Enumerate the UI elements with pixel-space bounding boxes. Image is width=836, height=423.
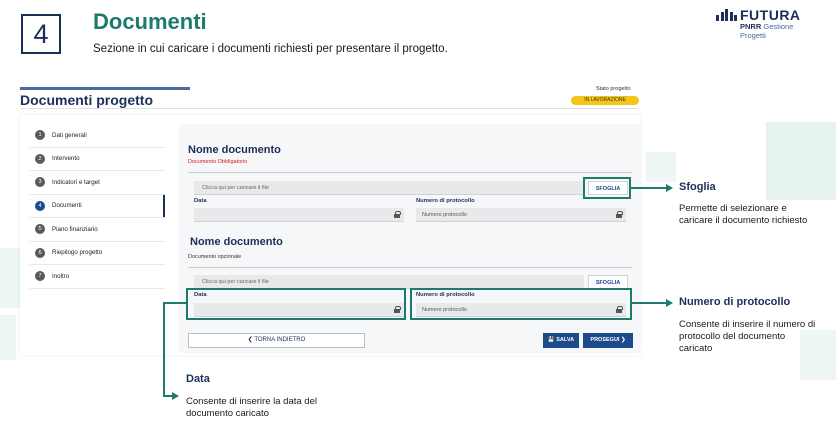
sidebar-item-label: Intervento xyxy=(52,155,80,163)
connector-data-vertical xyxy=(163,302,165,397)
step-number-badge: 4 xyxy=(21,14,61,54)
sidebar-item-riepilogo[interactable]: 6 Riepilogo progetto xyxy=(30,242,165,265)
connector-protocollo xyxy=(632,302,668,304)
sidebar-item-label: Inoltro xyxy=(52,272,70,280)
sidebar-item-documenti[interactable]: 4 Documenti xyxy=(30,194,165,218)
sidebar-item-piano-finanziario[interactable]: 5 Piano finanziario xyxy=(30,218,165,242)
connector-data xyxy=(163,302,186,304)
arrow-icon xyxy=(666,299,673,307)
lock-icon xyxy=(616,211,623,218)
status-badge: IN LAVORAZIONE xyxy=(571,96,639,105)
sidebar-item-intervento[interactable]: 2 Intervento xyxy=(30,148,165,171)
sidebar-item-label: Dati generali xyxy=(52,131,87,139)
sidebar-item-label: Piano finanziario xyxy=(52,225,98,233)
section-title: Documenti progetto xyxy=(20,92,153,108)
step-number: 5 xyxy=(35,224,45,235)
next-button[interactable]: PROSEGUI ❯ xyxy=(583,333,633,348)
divider xyxy=(188,267,632,268)
futura-logo: FUTURA PNRR Gestione Progetti xyxy=(716,7,821,40)
step-number: 7 xyxy=(35,271,45,282)
sidebar-item-indicatori[interactable]: 3 Indicatori e target xyxy=(30,171,165,195)
annotation-data-text: Consente di inserire la data del documen… xyxy=(186,396,317,419)
lock-icon xyxy=(394,211,401,218)
step-number: 2 xyxy=(35,153,45,164)
sidebar-item-dati-generali[interactable]: 1 Dati generali xyxy=(30,124,165,148)
sidebar-item-inoltro[interactable]: 7 Inoltro xyxy=(30,265,165,289)
decorative-square xyxy=(0,248,20,308)
annotation-protocollo-title: Numero di protocollo xyxy=(679,296,791,308)
connector-sfoglia xyxy=(631,187,668,189)
save-button[interactable]: 💾 SALVA xyxy=(543,333,579,348)
logo-word: FUTURA xyxy=(740,7,801,23)
page-title: Documenti xyxy=(93,9,207,34)
step-number: 3 xyxy=(35,177,45,188)
doc1-date-label: Data xyxy=(194,198,207,204)
sidebar-nav: 1 Dati generali 2 Intervento 3 Indicatori e… xyxy=(30,124,165,289)
doc1-protocol-field[interactable]: Numero protocollo xyxy=(416,208,626,222)
doc2-upload-field[interactable]: Clicca qui per caricare il file xyxy=(194,275,584,289)
doc1-title: Nome documento xyxy=(188,144,281,156)
doc2-browse-button[interactable]: SFOGLIA xyxy=(588,275,628,289)
doc2-title: Nome documento xyxy=(190,236,283,248)
annotation-data-title: Data xyxy=(186,373,210,385)
logo-bars-icon xyxy=(716,9,737,21)
page-subtitle: Sezione in cui caricare i documenti rich… xyxy=(93,43,448,55)
doc2-requirement: Documento opzionale xyxy=(188,254,242,260)
arrow-icon xyxy=(172,392,179,400)
arrow-icon xyxy=(666,184,673,192)
logo-sub-brand: PNRR xyxy=(740,22,762,31)
step-number: 4 xyxy=(35,200,45,211)
back-button[interactable]: ❮ TORNA INDIETRO xyxy=(188,333,365,348)
protocol-placeholder: Numero protocollo xyxy=(422,212,467,218)
decorative-square xyxy=(646,152,676,182)
section-divider xyxy=(20,108,638,109)
annotation-sfoglia-text: Permette di selezionare e caricare il do… xyxy=(679,203,808,226)
highlight-protocollo xyxy=(410,288,632,320)
highlight-sfoglia xyxy=(583,177,631,199)
sidebar-item-label: Documenti xyxy=(52,202,82,210)
doc1-date-field[interactable] xyxy=(194,208,404,222)
sidebar-item-label: Indicatori e target xyxy=(52,178,100,186)
step-number: 1 xyxy=(35,130,45,141)
doc1-requirement: Documento Obbligatorio xyxy=(188,159,248,165)
sidebar-item-label: Riepilogo progetto xyxy=(52,249,103,257)
section-accent-bar xyxy=(20,87,190,90)
doc1-protocol-label: Numero di protocollo xyxy=(416,198,475,204)
annotation-protocollo-text: Consente di inserire il numero di protoc… xyxy=(679,319,816,354)
decorative-square xyxy=(0,315,16,360)
doc1-upload-field[interactable]: Clicca qui per caricare il file xyxy=(194,181,584,195)
annotation-sfoglia-title: Sfoglia xyxy=(679,181,716,193)
step-number: 6 xyxy=(35,247,45,258)
state-label: Stato progetto xyxy=(596,86,631,92)
decorative-square xyxy=(766,122,836,200)
highlight-data xyxy=(186,288,406,320)
divider xyxy=(188,172,632,173)
